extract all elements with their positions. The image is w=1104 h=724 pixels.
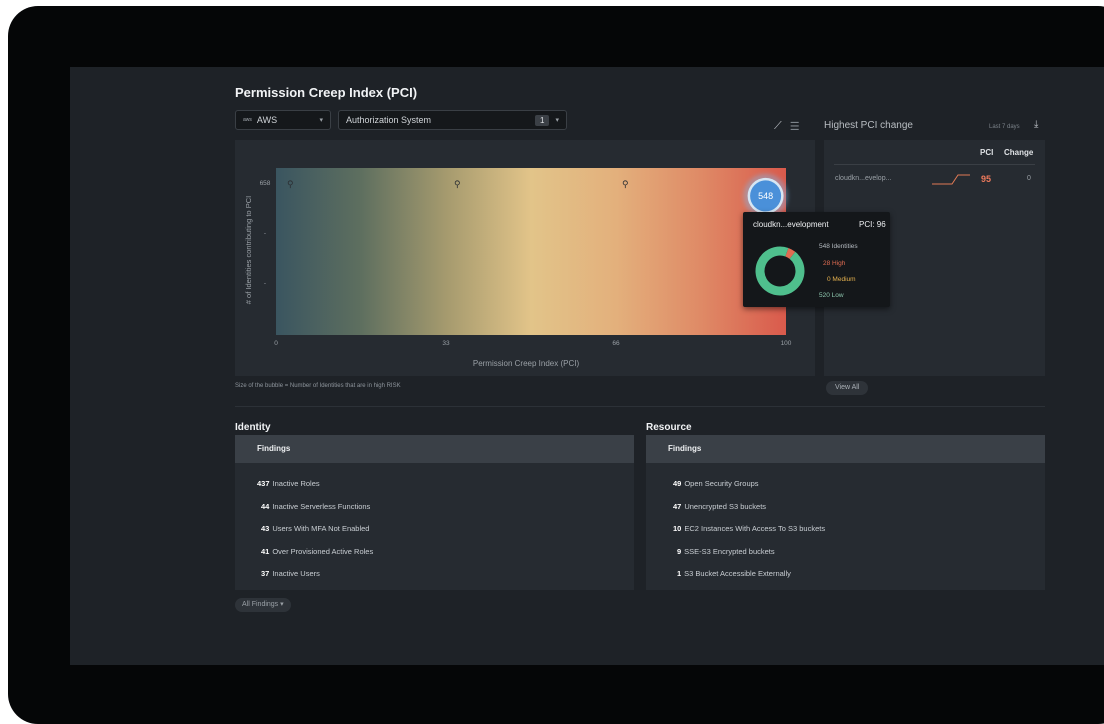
- download-icon[interactable]: ⤓: [1034, 119, 1038, 130]
- finding-count: 47: [673, 502, 682, 511]
- y-tick-label: -: [264, 230, 266, 237]
- x-tick-label: 33: [442, 340, 450, 347]
- finding-count: 44: [261, 502, 270, 511]
- header-divider: [834, 164, 1035, 165]
- finding-item[interactable]: 49 Open Security Groups: [673, 479, 759, 488]
- finding-label: S3 Bucket Accessible Externally: [684, 569, 791, 578]
- finding-count: 1: [677, 569, 682, 578]
- change-column-header: Change: [1004, 148, 1034, 157]
- provider-select[interactable]: aws AWS ▾: [235, 110, 331, 130]
- pci-row-value: 95: [981, 174, 992, 184]
- identity-findings-header: Findings: [235, 435, 634, 463]
- pci-scatter-chart: ⚲ ⚲ ⚲ # of Identities contributing to PC…: [244, 168, 792, 368]
- page-title: Permission Creep Index (PCI): [235, 85, 418, 100]
- finding-count: 37: [261, 569, 270, 578]
- finding-item[interactable]: 43 Users With MFA Not Enabled: [261, 524, 369, 533]
- pci-column-header: PCI: [980, 148, 994, 157]
- x-tick-label: 66: [612, 340, 620, 347]
- finding-count: 43: [261, 524, 270, 533]
- x-axis-label: Permission Creep Index (PCI): [473, 359, 580, 368]
- finding-item[interactable]: 41 Over Provisioned Active Roles: [261, 547, 373, 556]
- authorization-system-select[interactable]: Authorization System 1 ▾: [338, 110, 567, 130]
- line-chart-icon[interactable]: ⟋: [774, 120, 782, 133]
- finding-item[interactable]: 9 SSE-S3 Encrypted buckets: [677, 547, 775, 556]
- finding-count: 437: [257, 479, 270, 488]
- zoom-icon[interactable]: ⚲: [622, 179, 629, 189]
- pci-period-label: Last 7 days: [989, 124, 1020, 130]
- donut-slice-low: [755, 246, 805, 296]
- finding-label: Over Provisioned Active Roles: [272, 547, 374, 556]
- all-findings-dropdown[interactable]: All Findings ▾: [235, 598, 291, 612]
- finding-count: 41: [261, 547, 270, 556]
- finding-label: Inactive Serverless Functions: [272, 502, 371, 511]
- finding-count: 10: [673, 524, 682, 533]
- tooltip-medium: 0 Medium: [827, 276, 856, 283]
- finding-item[interactable]: 1 S3 Bucket Accessible Externally: [677, 569, 791, 578]
- finding-item[interactable]: 10 EC2 Instances With Access To S3 bucket…: [673, 524, 825, 533]
- system-count-badge: 1: [535, 114, 550, 126]
- finding-label: Inactive Users: [272, 569, 320, 578]
- finding-label: EC2 Instances With Access To S3 buckets: [684, 524, 826, 533]
- finding-label: SSE-S3 Encrypted buckets: [684, 547, 775, 556]
- tooltip-high: 28 High: [823, 260, 846, 267]
- chart-note: Size of the bubble = Number of Identitie…: [235, 383, 401, 389]
- finding-label: Unencrypted S3 buckets: [684, 502, 767, 511]
- view-all-button[interactable]: View All: [826, 381, 869, 395]
- pci-chart-panel: ⚲ ⚲ ⚲ # of Identities contributing to PC…: [235, 140, 815, 376]
- chevron-down-icon: ▾: [280, 601, 284, 608]
- tooltip-pci: PCI: 96: [859, 220, 886, 229]
- zoom-icon[interactable]: ⚲: [287, 179, 294, 189]
- bubble-label: 548: [758, 191, 773, 201]
- app-screen: Permission Creep Index (PCI) aws AWS ▾ A…: [70, 67, 1104, 665]
- pci-row-change: 0: [1027, 175, 1031, 182]
- identity-findings-card: Findings 437 Inactive Roles 44 Inactive Se…: [235, 435, 634, 590]
- finding-label: Inactive Roles: [272, 479, 320, 488]
- tooltip-low: 520 Low: [819, 292, 844, 299]
- highest-pci-change-title: Highest PCI change: [824, 120, 913, 131]
- resource-findings-card: Findings 49 Open Security Groups 47 Unencr…: [646, 435, 1045, 590]
- y-tick-label: 658: [260, 180, 271, 187]
- resource-title: Resource: [646, 422, 692, 433]
- finding-label: Open Security Groups: [684, 479, 759, 488]
- provider-select-value: AWS: [256, 115, 278, 125]
- identity-title: Identity: [235, 422, 271, 433]
- chart-view-toggle: ⟋ ☰: [774, 120, 800, 133]
- aws-logo-icon: aws: [243, 117, 252, 123]
- chevron-down-icon: ▾: [319, 117, 323, 124]
- finding-count: 49: [673, 479, 682, 488]
- finding-count: 9: [677, 547, 682, 556]
- tooltip-title: cloudkn...evelopment: [753, 220, 829, 229]
- bubble-tooltip: cloudkn...evelopment PCI: 96 548 Identit…: [743, 212, 890, 307]
- y-axis-label: # of Identities contributing to PCI: [244, 196, 253, 304]
- pci-row-name: cloudkn...evelop...: [835, 175, 892, 182]
- pci-sparkline: [932, 174, 970, 185]
- finding-item[interactable]: 44 Inactive Serverless Functions: [261, 502, 370, 511]
- donut-slice-high: [785, 247, 796, 259]
- y-tick-label: -: [264, 280, 266, 287]
- finding-item[interactable]: 437 Inactive Roles: [257, 479, 320, 488]
- x-tick-label: 100: [781, 340, 792, 347]
- tooltip-identities: 548 Identities: [819, 243, 858, 250]
- section-divider: [235, 406, 1045, 407]
- all-findings-label: All Findings: [242, 601, 279, 608]
- finding-item[interactable]: 37 Inactive Users: [261, 569, 320, 578]
- resource-findings-header: Findings: [646, 435, 1045, 463]
- chevron-down-icon: ▾: [555, 117, 559, 124]
- list-view-icon[interactable]: ☰: [790, 120, 800, 133]
- finding-item[interactable]: 47 Unencrypted S3 buckets: [673, 502, 766, 511]
- risk-donut-chart: [755, 246, 805, 296]
- x-tick-label: 0: [274, 340, 278, 347]
- zoom-icon[interactable]: ⚲: [454, 179, 461, 189]
- pci-gradient-area: [276, 168, 786, 335]
- authorization-system-value: Authorization System: [346, 115, 432, 125]
- finding-label: Users With MFA Not Enabled: [272, 524, 370, 533]
